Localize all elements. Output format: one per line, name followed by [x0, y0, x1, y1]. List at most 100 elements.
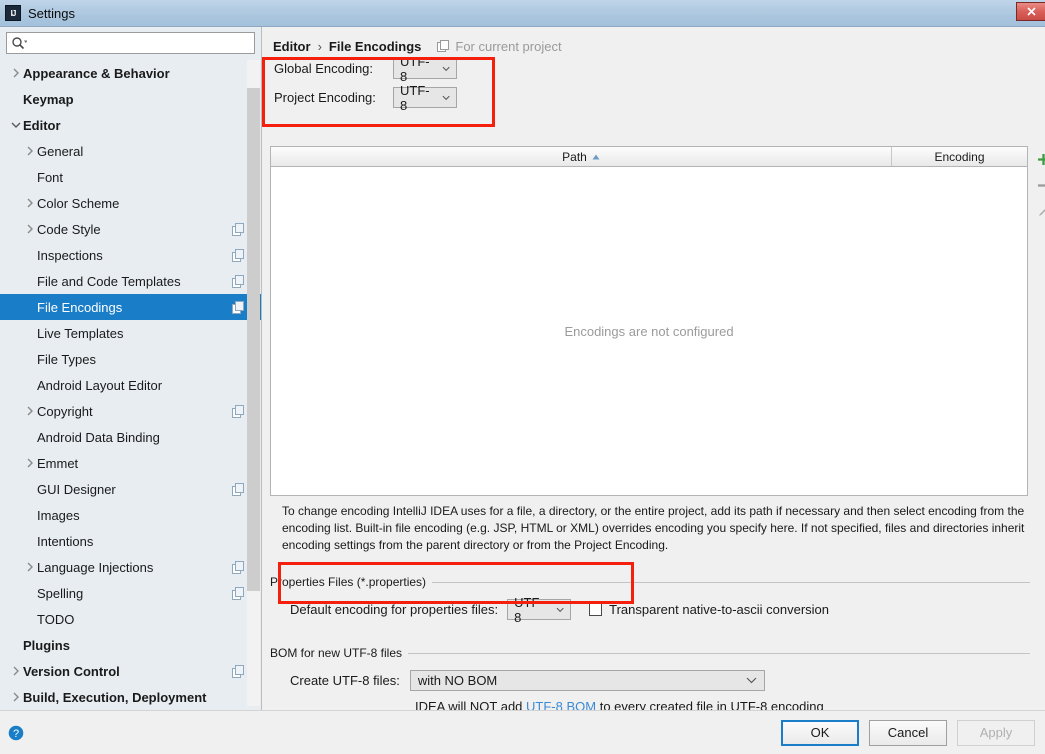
chevron-right-icon[interactable]: [8, 690, 23, 704]
table-empty-message: Encodings are not configured: [564, 323, 734, 339]
sidebar-item-label: File Types: [37, 351, 97, 367]
add-button[interactable]: [1033, 146, 1045, 172]
chevron-right-icon[interactable]: [8, 664, 23, 678]
sidebar-item-label: GUI Designer: [37, 481, 116, 497]
column-header-encoding-label: Encoding: [934, 149, 985, 164]
chevron-right-icon[interactable]: [22, 222, 37, 236]
global-encoding-dropdown[interactable]: UTF-8: [393, 54, 457, 84]
sidebar-item-spelling[interactable]: Spelling: [0, 580, 261, 606]
sidebar-item-label: Inspections: [37, 247, 103, 263]
sidebar-item-label: Code Style: [37, 221, 101, 237]
properties-encoding-dropdown[interactable]: UTF-8: [507, 595, 572, 625]
column-header-path[interactable]: Path: [271, 147, 892, 166]
global-encoding-value: UTF-8: [400, 53, 430, 84]
sidebar-item-editor[interactable]: Editor: [0, 112, 261, 138]
chevron-down-icon: [746, 677, 757, 684]
sidebar-item-version-control[interactable]: Version Control: [0, 658, 261, 684]
help-icon[interactable]: ?: [8, 725, 24, 741]
project-settings-icon: [232, 274, 245, 288]
transparent-native-to-ascii-label[interactable]: Transparent native-to-ascii conversion: [609, 602, 829, 617]
properties-group-title: Properties Files (*.properties): [270, 575, 427, 589]
chevron-right-icon[interactable]: [8, 66, 23, 80]
sidebar-item-label: Android Data Binding: [37, 429, 160, 445]
chevron-right-icon[interactable]: [22, 404, 37, 418]
sidebar-item-label: Emmet: [37, 455, 79, 471]
sidebar-item-copyright[interactable]: Copyright: [0, 398, 261, 424]
breadcrumb-note: For current project: [455, 39, 562, 54]
sidebar-item-label: Language Injections: [37, 559, 154, 575]
transparent-native-to-ascii-checkbox[interactable]: [589, 603, 603, 616]
search-input[interactable]: [6, 32, 255, 54]
sidebar-item-build-execution-deployment[interactable]: Build, Execution, Deployment: [0, 684, 261, 706]
properties-group-header: Properties Files (*.properties): [270, 575, 1030, 589]
sidebar-item-label: Spelling: [37, 585, 84, 601]
sidebar-item-label: Color Scheme: [37, 195, 120, 211]
sidebar-item-intentions[interactable]: Intentions: [0, 528, 261, 554]
create-utf8-files-value: with NO BOM: [417, 673, 498, 688]
project-settings-icon: [232, 300, 245, 314]
sidebar-scrollbar[interactable]: [247, 60, 260, 706]
sidebar-item-font[interactable]: Font: [0, 164, 261, 190]
properties-encoding-value: UTF-8: [514, 594, 544, 625]
edit-icon: [1038, 208, 1045, 216]
properties-encoding-label: Default encoding for properties files:: [290, 602, 499, 617]
sidebar-item-label: General: [37, 143, 84, 159]
sidebar-item-appearance-behavior[interactable]: Appearance & Behavior: [0, 60, 261, 86]
sidebar-item-android-layout-editor[interactable]: Android Layout Editor: [0, 372, 261, 398]
sidebar-item-general[interactable]: General: [0, 138, 261, 164]
settings-sidebar: Appearance & Behavior Keymap Editor General…: [0, 27, 262, 710]
bom-group-header: BOM for new UTF-8 files: [270, 646, 1030, 660]
sidebar-item-label: Version Control: [23, 663, 120, 679]
chevron-right-icon[interactable]: [22, 560, 37, 574]
sidebar-item-keymap[interactable]: Keymap: [0, 86, 261, 112]
sidebar-scrollbar-thumb[interactable]: [247, 88, 260, 591]
breadcrumb-parent[interactable]: Editor: [273, 39, 311, 54]
sidebar-item-plugins[interactable]: Plugins: [0, 632, 261, 658]
svg-text:?: ?: [13, 728, 19, 740]
sidebar-item-language-injections[interactable]: Language Injections: [0, 554, 261, 580]
global-encoding-label: Global Encoding:: [274, 61, 374, 76]
sidebar-item-live-templates[interactable]: Live Templates: [0, 320, 261, 346]
sidebar-item-label: Font: [37, 169, 64, 185]
sidebar-item-label: Plugins: [23, 637, 70, 653]
chevron-right-icon[interactable]: [22, 456, 37, 470]
sidebar-item-code-style[interactable]: Code Style: [0, 216, 261, 242]
sidebar-item-inspections[interactable]: Inspections: [0, 242, 261, 268]
create-utf8-files-dropdown[interactable]: with NO BOM: [409, 670, 765, 691]
project-settings-icon: [232, 560, 245, 574]
settings-content-panel: Editor › File Encodings For current proj…: [262, 27, 1045, 714]
encodings-table: Path Encoding Encodings are not configur…: [270, 146, 1028, 496]
cancel-button[interactable]: Cancel: [869, 719, 947, 746]
project-encoding-value: UTF-8: [400, 82, 430, 113]
sidebar-item-images[interactable]: Images: [0, 502, 261, 528]
breadcrumb-current: File Encodings: [328, 39, 422, 54]
chevron-down-icon[interactable]: [8, 118, 23, 132]
settings-tree: Appearance & Behavior Keymap Editor General…: [0, 60, 261, 706]
sidebar-item-label: File and Code Templates: [37, 273, 181, 289]
sidebar-item-todo[interactable]: TODO: [0, 606, 261, 632]
sidebar-item-label: Appearance & Behavior: [23, 65, 170, 81]
window-title: Settings: [28, 5, 75, 21]
remove-button[interactable]: [1033, 172, 1045, 198]
column-header-encoding[interactable]: Encoding: [892, 147, 1027, 166]
sidebar-item-file-and-code-templates[interactable]: File and Code Templates: [0, 268, 261, 294]
edit-button[interactable]: [1033, 198, 1045, 224]
sidebar-item-label: Intentions: [37, 533, 94, 549]
sidebar-item-emmet[interactable]: Emmet: [0, 450, 261, 476]
intellij-idea-icon: IJ: [5, 5, 21, 21]
sidebar-item-file-types[interactable]: File Types: [0, 346, 261, 372]
sidebar-item-android-data-binding[interactable]: Android Data Binding: [0, 424, 261, 450]
sidebar-item-color-scheme[interactable]: Color Scheme: [0, 190, 261, 216]
chevron-right-icon[interactable]: [22, 144, 37, 158]
title-bar: IJ Settings: [0, 0, 1045, 27]
project-settings-icon: [232, 404, 245, 418]
sidebar-item-gui-designer[interactable]: GUI Designer: [0, 476, 261, 502]
ok-button[interactable]: OK: [781, 719, 859, 746]
sidebar-item-label: Copyright: [37, 403, 93, 419]
project-encoding-dropdown[interactable]: UTF-8: [393, 83, 457, 113]
chevron-right-icon[interactable]: [22, 196, 37, 210]
remove-icon: [1037, 183, 1045, 187]
sidebar-item-label: Images: [37, 507, 80, 523]
sidebar-item-file-encodings[interactable]: File Encodings: [0, 294, 261, 320]
close-button[interactable]: [1016, 2, 1045, 21]
